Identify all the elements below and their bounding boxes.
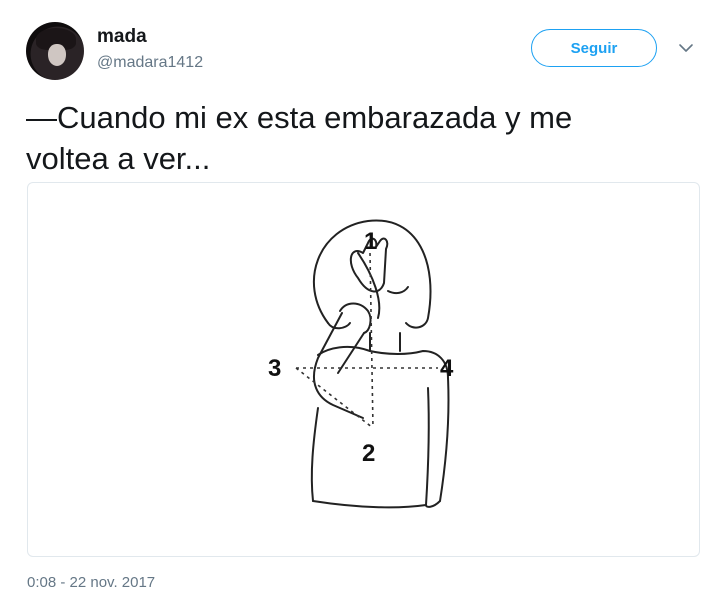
follow-button[interactable]: Seguir xyxy=(531,29,657,67)
label-1: 1 xyxy=(364,228,377,255)
label-2: 2 xyxy=(362,440,375,467)
cuff xyxy=(339,302,372,334)
hair-left-tip xyxy=(327,322,351,330)
left-side xyxy=(310,407,319,502)
tweet-media[interactable]: 1 2 3 4 xyxy=(27,182,700,557)
diagonal-dotted-line xyxy=(295,367,374,429)
face-line xyxy=(357,252,381,319)
label-3: 3 xyxy=(268,355,281,382)
right-side xyxy=(425,387,430,506)
arm-inner xyxy=(337,332,365,374)
waist xyxy=(312,500,427,509)
neck xyxy=(369,332,401,352)
user-handle[interactable]: @madara1412 xyxy=(97,54,203,72)
right-hand xyxy=(425,500,441,508)
user-display-name[interactable]: mada xyxy=(97,26,147,48)
label-4: 4 xyxy=(440,355,454,382)
chevron-down-icon[interactable] xyxy=(676,40,696,56)
sign-cross-drawing: 1 2 3 4 xyxy=(268,219,454,509)
user-avatar[interactable] xyxy=(26,22,84,80)
right-arm xyxy=(439,377,450,502)
tweet-text: —Cuando mi ex esta embarazada y me volte… xyxy=(26,100,573,176)
tweet-timestamp[interactable]: 0:08 - 22 nov. 2017 xyxy=(27,574,155,591)
avatar-face xyxy=(48,44,66,66)
eye-line xyxy=(387,286,409,295)
